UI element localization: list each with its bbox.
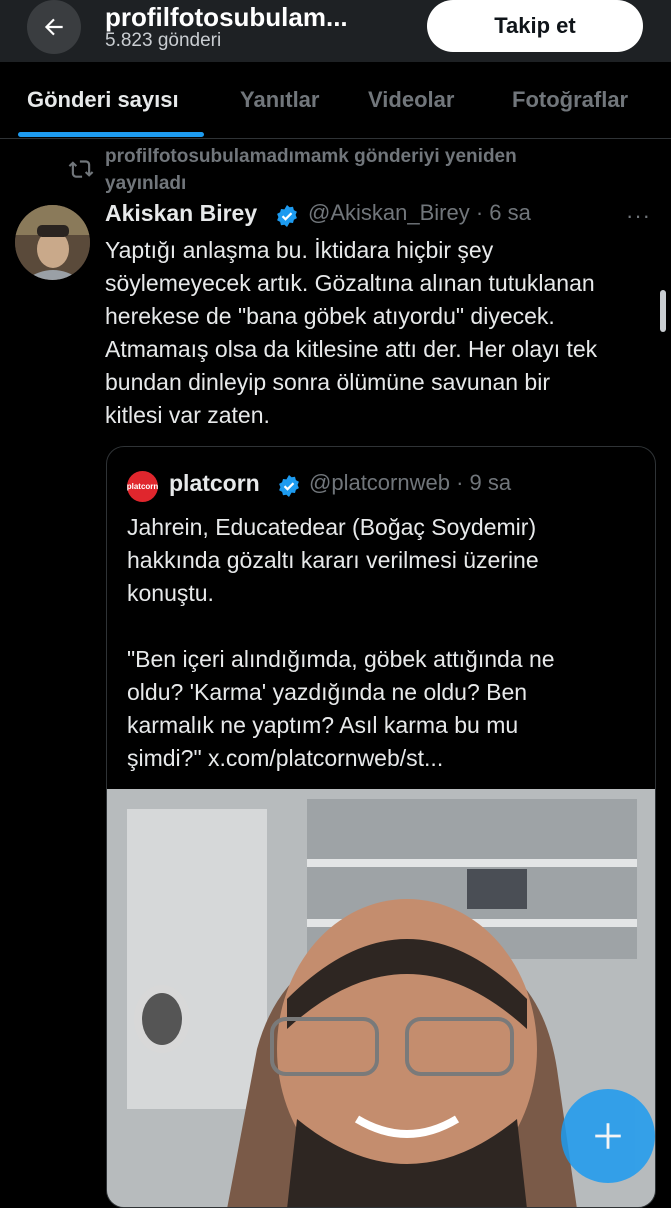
post-count: 5.823 gönderi xyxy=(105,30,222,51)
profile-title: profilfotosubulam... xyxy=(105,2,348,32)
quoted-author-handle-time[interactable]: @platcornweb · 9 sa xyxy=(309,470,511,496)
repost-label[interactable]: profilfotosubulamadımamk gönderiyi yenid… xyxy=(105,143,545,197)
tab-photos[interactable]: Fotoğraflar xyxy=(512,87,628,113)
follow-button[interactable]: Takip et xyxy=(427,0,643,52)
verified-badge-icon xyxy=(275,204,299,233)
quoted-tweet-text: Jahrein, Educatedear (Boğaç Soydemir) ha… xyxy=(127,514,555,771)
more-options-icon[interactable]: ··· xyxy=(626,203,651,229)
author-name[interactable]: Akiskan Birey xyxy=(105,200,257,227)
avatar[interactable] xyxy=(15,205,90,280)
tab-replies[interactable]: Yanıtlar xyxy=(240,87,319,113)
author-handle-time[interactable]: @Akiskan_Birey · 6 sa xyxy=(308,200,531,226)
quoted-author-name[interactable]: platcorn xyxy=(169,470,260,497)
quoted-tweet-card[interactable]: platcorn platcorn @platcornweb · 9 sa Ja… xyxy=(106,446,656,1208)
verified-badge-icon xyxy=(277,474,301,503)
back-button[interactable] xyxy=(27,0,81,54)
tweet-text: Yaptığı anlaşma bu. İktidara hiçbir şey … xyxy=(105,237,598,428)
scrollbar[interactable] xyxy=(660,290,666,332)
repost-icon xyxy=(68,157,94,184)
plus-icon xyxy=(595,1123,621,1149)
compose-button[interactable] xyxy=(561,1089,655,1183)
tab-videos[interactable]: Videolar xyxy=(368,87,454,113)
platcorn-logo: platcorn xyxy=(127,471,158,502)
tab-posts[interactable]: Gönderi sayısı xyxy=(27,87,179,113)
active-tab-indicator xyxy=(18,132,204,137)
arrow-left-icon xyxy=(44,18,63,36)
